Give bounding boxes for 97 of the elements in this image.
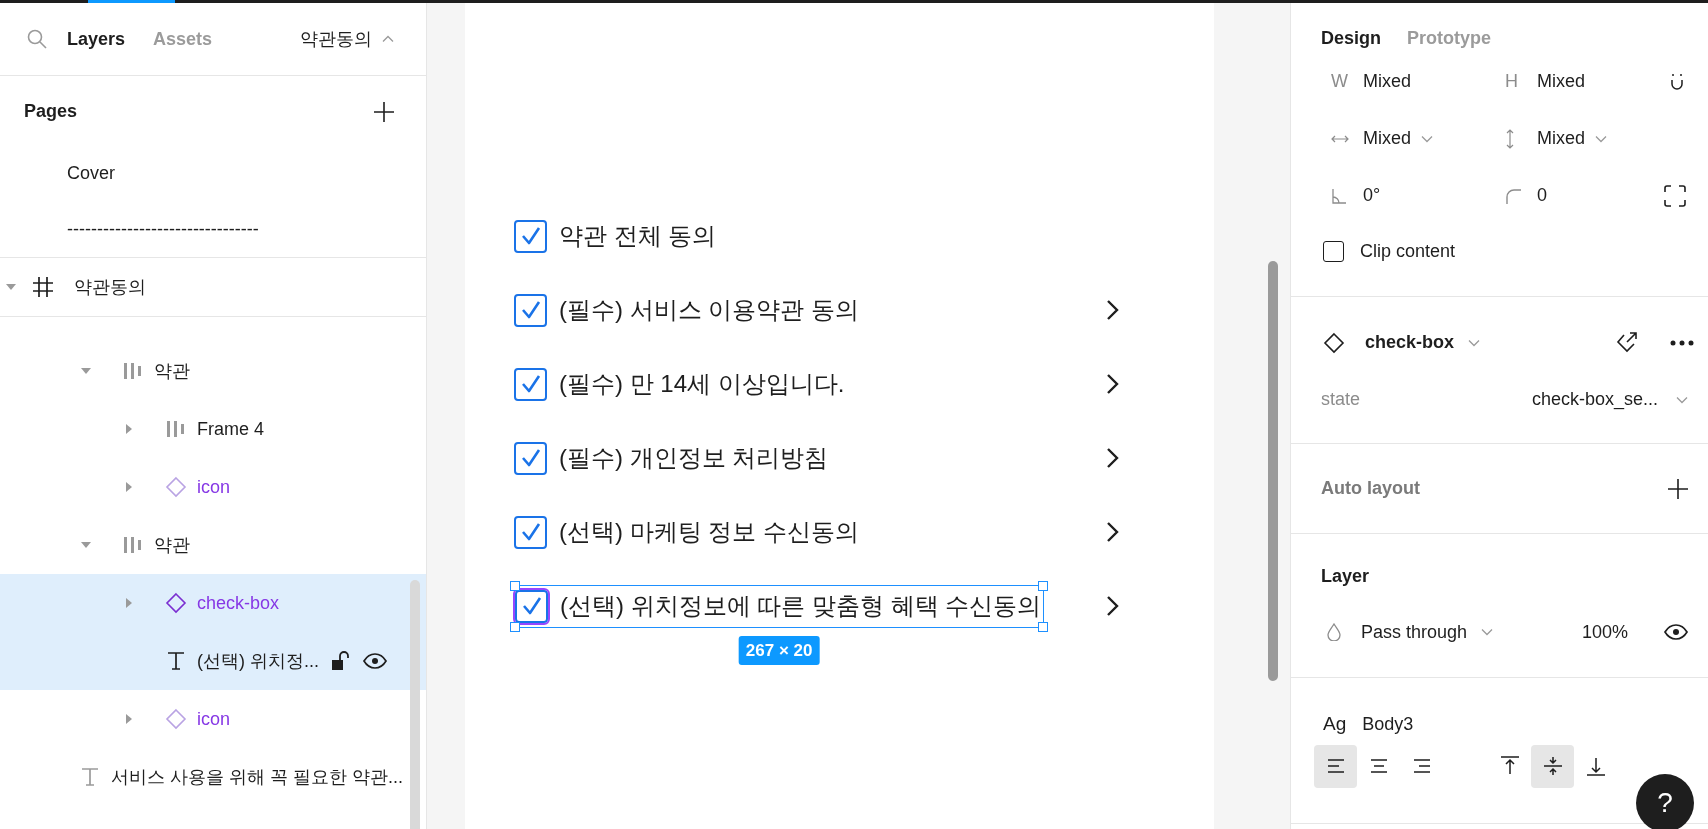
dimension-field[interactable]: Mixed [1331,118,1505,159]
align-bottom-icon [1585,756,1606,776]
scrollbar[interactable] [410,580,420,829]
blend-mode-icon [1327,623,1341,641]
rotation-icon [1331,187,1347,204]
dimension-field[interactable]: 0 [1505,175,1655,216]
layer-row[interactable]: (선택) 위치정... [0,632,426,690]
chevron-right-icon[interactable] [1106,373,1120,395]
page-item[interactable]: -------------------------------- [0,201,426,257]
dimension-field[interactable]: W Mixed [1331,61,1505,102]
component-icon [165,708,187,730]
layer-row[interactable]: check-box [0,574,426,632]
auto-layout-icon [123,536,143,554]
add-page-icon [374,101,394,122]
page-item[interactable]: Cover [0,145,426,202]
auto-layout-icon [166,420,186,438]
checkbox[interactable] [514,367,547,401]
more-icon[interactable] [1670,339,1694,346]
align-middle-icon [1542,756,1563,776]
chevron-down-icon [1481,628,1494,636]
layers-tab[interactable]: Layers [67,25,126,53]
chevron-right-icon[interactable] [1106,299,1120,321]
checkbox[interactable] [514,515,547,549]
layer-row[interactable]: Frame 4 [0,400,426,458]
component-icon [1323,331,1345,354]
layer-row[interactable]: icon [0,458,426,516]
eye-icon[interactable] [1664,624,1688,640]
section-title: Auto layout [1321,477,1420,500]
check-icon [520,448,541,468]
property-label: state [1321,388,1361,411]
agreement-text: (필수) 만 14세 이상입니다. [559,369,845,399]
component-name[interactable]: check-box [1365,329,1481,356]
eye-icon[interactable] [363,653,387,669]
auto-layout-icon [123,362,143,380]
checkbox[interactable] [514,293,547,327]
page-menu[interactable]: 약관동의 [300,25,394,53]
layer-row[interactable]: 서비스 사용을 위해 꼭 필요한 약관... [0,748,426,806]
frame-icon [32,276,54,298]
vertical-resize-icon [1505,128,1515,149]
agreement-text: (선택) 마케팅 정보 수신동의 [559,517,859,547]
text-layer-icon [80,767,100,787]
dimension-field[interactable]: H Mixed [1505,61,1655,102]
component-icon [165,592,187,614]
chevron-right-icon[interactable] [1106,447,1120,469]
blend-mode-dropdown[interactable]: Pass through [1361,618,1494,646]
checkbox[interactable] [514,441,547,475]
section-title: Layer [1321,565,1370,588]
align-right-icon [1412,757,1431,775]
horizontal-resize-icon [1331,133,1349,144]
pages-title: Pages [24,100,78,124]
checkbox[interactable] [514,219,547,253]
align-center-icon [1369,757,1388,775]
agreement-text: (선택) 위치정보에 따른 맞춤형 혜택 수신동의 [560,591,1042,621]
corner-radius-icon [1505,187,1521,204]
dimension-field[interactable]: Mixed [1505,118,1655,159]
layer-row[interactable]: 약관 [0,342,426,400]
resize-handle[interactable] [1038,621,1049,632]
agreement-text: (필수) 개인정보 처리방침 [559,443,829,473]
opacity-field[interactable]: 100% [1581,618,1628,646]
layer-row[interactable]: 약관 [0,516,426,574]
layer-row[interactable]: 약관동의 [0,258,426,317]
agreement-text: (필수) 서비스 이용약관 동의 [559,295,859,325]
align-left-button[interactable] [1314,744,1357,788]
agreement-text: 약관 전체 동의 [559,221,717,251]
chevron-down-icon [1468,338,1481,347]
chevron-down-icon [1676,395,1688,404]
resize-handle[interactable] [510,621,520,632]
design-tab[interactable]: Design [1321,25,1381,52]
align-left-icon [1326,757,1345,775]
check-icon [520,300,541,320]
clip-content-label: Clip content [1360,240,1456,263]
scrollbar[interactable] [1268,261,1278,681]
text-layer-icon [166,651,186,671]
layer-row[interactable]: icon [0,690,426,748]
chevron-right-icon[interactable] [1106,521,1120,543]
resize-handle[interactable] [510,580,520,591]
check-icon [520,226,541,246]
text-style-name[interactable]: Body3 [1362,710,1414,738]
independent-corners-icon[interactable] [1664,184,1686,207]
resize-handle[interactable] [1038,580,1049,591]
chevron-right-icon[interactable] [1106,595,1120,617]
text-style-sample: Ag [1323,711,1347,736]
chevron-up-icon [382,35,394,43]
size-label: 267 × 20 [738,635,820,665]
dimension-field[interactable]: 0° [1331,175,1505,216]
resize-to-fit-icon[interactable] [1670,72,1684,91]
align-top-icon [1499,756,1520,776]
add-auto-layout-icon[interactable] [1668,478,1688,499]
component-icon [165,476,187,498]
clip-content-checkbox[interactable] [1323,241,1344,262]
checkbox[interactable] [515,589,548,623]
align-middle-button[interactable] [1531,744,1574,788]
check-icon [520,522,541,542]
check-icon [521,596,542,616]
check-icon [520,374,541,394]
search-icon [27,29,47,49]
property-dropdown[interactable]: check-box_se... [1531,386,1688,413]
